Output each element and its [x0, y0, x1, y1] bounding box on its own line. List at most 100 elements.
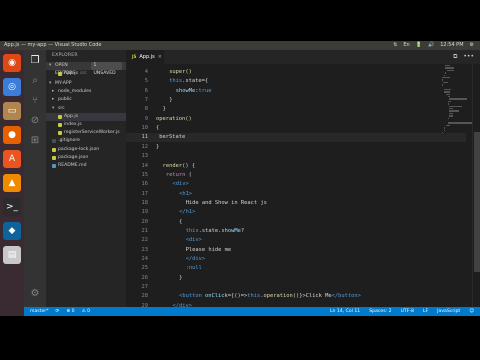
code-text: render() {	[156, 162, 195, 171]
tree-item-label: README.md	[58, 162, 87, 168]
code-text: </h1>	[156, 208, 195, 217]
code-line: 23 Please hide me	[126, 246, 466, 255]
code-token: onClick	[201, 293, 228, 300]
explorer-icon[interactable]: ❐	[24, 50, 46, 70]
firefox-icon[interactable]: ●	[3, 126, 21, 144]
code-token: </button>	[331, 293, 361, 300]
settings-gear-icon[interactable]: ⚙	[24, 283, 46, 303]
scrollbar-thumb[interactable]	[474, 132, 480, 272]
vlc-icon[interactable]: ▲	[3, 174, 21, 192]
vscode-icon[interactable]: ◆	[3, 222, 21, 240]
line-number: 21	[141, 227, 149, 234]
sync-icon[interactable]: ⟳	[56, 307, 60, 316]
code-line: 11 berState	[126, 133, 466, 143]
explorer-title: EXPLORER	[52, 53, 78, 58]
code-text: }	[156, 274, 182, 283]
project-header[interactable]: ▾ MY-APP	[46, 80, 126, 88]
encoding[interactable]: UTF-8	[401, 307, 414, 316]
system-tray: ⇅ En 🔋 🔊 12:54 PM ⚙	[393, 41, 474, 50]
code-token: :null	[185, 265, 202, 272]
file-item[interactable]: package.json	[46, 154, 126, 162]
code-line: 28 <button onClick={()=>this.operation()}…	[126, 292, 466, 301]
file-icon	[52, 139, 56, 144]
file-item[interactable]: README.md	[46, 162, 126, 170]
file-item[interactable]: .gitignore	[46, 137, 126, 145]
file-icon	[52, 147, 56, 152]
code-token: () {	[182, 162, 196, 169]
code-token: this	[247, 293, 261, 300]
line-number: 16	[141, 181, 149, 188]
tree-item-label: src	[58, 105, 65, 111]
chrome-icon[interactable]: ◎	[3, 78, 21, 96]
folder-item[interactable]: ▸ public	[46, 96, 126, 104]
tab-app-js[interactable]: JS App.js ×	[126, 50, 164, 64]
language-mode[interactable]: JavaScript	[437, 307, 460, 316]
code-line: 27	[126, 283, 466, 292]
tray-item[interactable]: ⇅	[393, 41, 397, 50]
indentation[interactable]: Spaces: 2	[369, 307, 391, 316]
files-icon[interactable]: ▭	[3, 102, 21, 120]
editor-scrollbar[interactable]	[472, 64, 480, 307]
chevron-down-icon: ▾	[49, 81, 52, 87]
tray-item[interactable]: 🔊	[428, 41, 434, 50]
tray-item[interactable]: En	[403, 41, 409, 50]
tray-item[interactable]: 🔋	[416, 41, 422, 50]
code-token: }	[162, 106, 166, 113]
cursor-position[interactable]: Ln 14, Col 11	[330, 307, 360, 316]
errors-count[interactable]: ⊗ 0	[66, 307, 74, 316]
branch-indicator[interactable]: master*	[30, 307, 49, 316]
code-token: </h1>	[179, 209, 196, 216]
code-token: Please hide me	[185, 246, 232, 253]
folder-item[interactable]: ▾ src	[46, 105, 126, 113]
code-token: render	[162, 162, 183, 169]
file-item[interactable]: App.js	[46, 112, 126, 121]
code-token: </div>	[185, 256, 206, 262]
debug-icon[interactable]: ⊘	[24, 110, 46, 130]
open-editor-path: src	[80, 71, 87, 76]
code-token: berState	[159, 134, 186, 141]
code-text: this.state.showMe?	[156, 227, 244, 236]
code-token: <button	[179, 293, 202, 300]
unsaved-badge: 1 UNSAVED	[91, 62, 122, 76]
code-text: Please hide me	[156, 246, 231, 255]
close-icon[interactable]: ×	[158, 50, 162, 64]
code-line: 17 <h1>	[126, 190, 466, 199]
line-number: 14	[141, 162, 149, 169]
file-item[interactable]: index.js	[46, 121, 126, 129]
feedback-icon[interactable]: ☺	[469, 307, 474, 316]
code-token: true	[198, 87, 212, 94]
code-editor[interactable]: 4 super() 5 this.state={6 showMe:true 7} 8} 9 op…	[126, 64, 480, 316]
split-editor-icon[interactable]: ⧉	[453, 53, 457, 61]
code-text: <h1>	[156, 190, 192, 199]
folder-item[interactable]: ▸ node_modules	[46, 88, 126, 96]
extensions-icon[interactable]: ⊞	[24, 130, 46, 150]
line-number: 5	[144, 78, 148, 85]
file-item[interactable]: package-lock.json	[46, 146, 126, 154]
code-token: }	[169, 97, 173, 104]
terminal-icon[interactable]: >_	[3, 198, 21, 216]
software-center-icon[interactable]: A	[3, 150, 21, 168]
code-text: berState	[156, 133, 185, 142]
line-number: 13	[141, 153, 149, 160]
tray-item[interactable]: ⚙	[470, 41, 474, 50]
chevron-right-icon: ▸	[52, 89, 55, 95]
code-token: }	[179, 274, 183, 281]
search-icon[interactable]: ⌕	[24, 70, 46, 90]
writer-icon[interactable]: ▤	[3, 246, 21, 264]
file-item[interactable]: registerServiceWorker.js	[46, 129, 126, 137]
code-token: this	[169, 78, 183, 85]
code-text: }	[156, 143, 159, 152]
line-number: 15	[141, 171, 149, 178]
open-editors-header[interactable]: ▾ OPEN EDITORS 1 UNSAVED	[46, 62, 126, 76]
line-ending[interactable]: LF	[423, 307, 428, 316]
ubuntu-dash-icon[interactable]: ◉	[3, 54, 21, 72]
window-title: App.js — my-app — Visual Studio Code	[4, 42, 102, 48]
source-control-icon[interactable]: ⑂	[24, 90, 46, 110]
file-icon	[58, 123, 62, 128]
code-text: {	[156, 218, 182, 227]
more-actions-icon[interactable]: •••	[463, 53, 474, 61]
warnings-count[interactable]: ⚠ 0	[82, 307, 91, 316]
js-file-icon	[58, 72, 62, 77]
code-line: 26}	[126, 274, 466, 283]
tray-item[interactable]: 12:54 PM	[440, 41, 463, 50]
